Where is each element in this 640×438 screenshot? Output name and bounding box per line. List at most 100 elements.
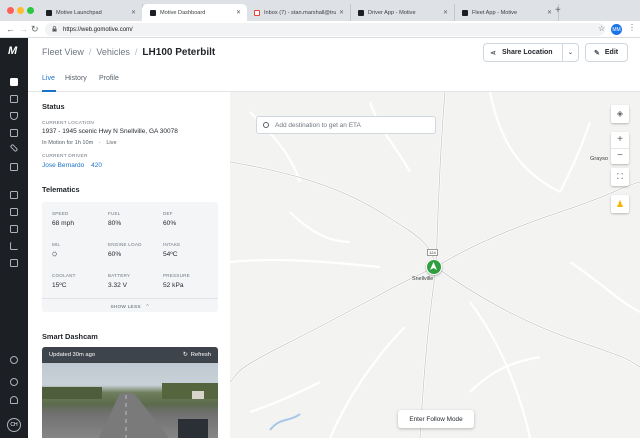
browser-tab-bar: Motive Launchpad ✕ Motive Dashboard ✕ In… — [0, 0, 640, 21]
url-input[interactable]: https://web.gomotive.com/ — [45, 23, 605, 36]
fullscreen-icon[interactable]: ⛶ — [611, 168, 629, 186]
map-town-label: Snellville — [412, 276, 434, 282]
live-map[interactable]: Add destination to get an ETA ◈ + − ⛶ ♟ … — [230, 92, 640, 438]
browser-tab[interactable]: Inbox (7) - stan.marshall@trucki ✕ — [246, 4, 351, 21]
url-text: https://web.gomotive.com/ — [63, 26, 133, 33]
tab-close-icon[interactable]: ✕ — [443, 9, 448, 16]
back-arrow-icon[interactable]: ← — [6, 24, 15, 34]
driver-link[interactable]: Jose Bernardo 420 — [42, 162, 102, 169]
breadcrumb-separator: / — [134, 47, 138, 57]
dispatch-icon[interactable] — [10, 208, 18, 216]
breadcrumb-vehicles[interactable]: Vehicles — [96, 47, 130, 57]
user-avatar[interactable]: CH — [7, 418, 21, 432]
telematics-fuel: FUEL 80% — [108, 211, 164, 227]
tab-close-icon[interactable]: ✕ — [547, 9, 552, 16]
show-less-label: SHOW LESS — [110, 305, 141, 310]
window-close-dot[interactable] — [7, 7, 14, 14]
browser-tab[interactable]: Fleet App - Motive ✕ — [454, 4, 559, 21]
map-layers-icon[interactable]: ◈ — [611, 105, 629, 123]
pencil-icon: ✎ — [594, 49, 600, 57]
refresh-icon: ↻ — [182, 352, 188, 358]
share-icon: ⋖ — [490, 49, 496, 57]
profile-avatar[interactable]: MM — [611, 24, 622, 35]
zoom-in-icon[interactable]: + — [611, 132, 629, 148]
motive-logo[interactable]: M — [8, 45, 17, 57]
tab-live[interactable]: Live — [42, 75, 55, 82]
marketplace-icon[interactable] — [10, 259, 18, 267]
tab-profile[interactable]: Profile — [99, 75, 119, 82]
status-heading: Status — [42, 102, 65, 111]
browser-tab-active[interactable]: Motive Dashboard ✕ — [142, 4, 247, 21]
motive-icon — [462, 9, 468, 16]
add-user-icon[interactable] — [10, 356, 18, 364]
metric-label: INTAKE — [163, 242, 181, 247]
notifications-bell-icon[interactable] — [10, 396, 18, 404]
telematics-intake: INTAKE 54ºC — [163, 242, 219, 258]
telematics-engine-load: ENGINE LOAD 60% — [108, 242, 164, 258]
current-driver-caption: CURRENT DRIVER — [42, 154, 88, 159]
metric-value: 3.32 V — [108, 282, 128, 289]
forward-arrow-icon[interactable]: → — [19, 24, 28, 34]
eta-destination-input[interactable]: Add destination to get an ETA — [256, 116, 436, 134]
dashcam-refresh-button[interactable]: ↻ Refresh — [183, 352, 211, 358]
driver-name: Jose Bernardo — [42, 162, 85, 169]
tab-close-icon[interactable]: ✕ — [339, 9, 344, 16]
separator-dot: · — [98, 140, 101, 146]
current-location-value: 1937 - 1945 scenic Hwy N Snellville, GA … — [42, 128, 178, 135]
page-title: LH100 Peterbilt — [142, 47, 216, 58]
street-view-pegman-icon[interactable]: ♟ — [611, 195, 629, 213]
metric-label: PRESSURE — [163, 273, 190, 278]
browser-tab[interactable]: Driver App - Motive ✕ — [350, 4, 455, 21]
follow-mode-label: Enter Follow Mode — [409, 415, 463, 423]
motion-status: In Motion for 1h 10m · Live — [42, 140, 117, 146]
tab-label: Motive Dashboard — [160, 9, 206, 16]
reload-icon[interactable]: ↻ — [31, 24, 39, 35]
maintenance-wrench-icon[interactable] — [9, 143, 19, 153]
app-sidebar: M CH — [0, 38, 28, 438]
breadcrumb-separator: / — [88, 47, 92, 57]
show-less-toggle[interactable]: SHOW LESS ⌃ — [42, 298, 218, 312]
fuel-icon[interactable] — [10, 129, 18, 137]
zoom-out-icon[interactable]: − — [611, 148, 629, 164]
help-icon[interactable] — [10, 378, 18, 386]
chevron-down-icon[interactable]: ⌄ — [562, 44, 578, 61]
new-tab-icon[interactable]: + — [555, 5, 561, 16]
dashcam-feed[interactable]: Updated 30m ago ↻ Refresh — [42, 347, 218, 438]
breadcrumb: Fleet View / Vehicles / LH100 Peterbilt — [42, 47, 215, 58]
tab-label: Inbox (7) - stan.marshall@trucki — [264, 9, 336, 16]
tab-close-icon[interactable]: ✕ — [236, 9, 241, 16]
safety-shield-icon[interactable] — [10, 112, 18, 120]
zoom-control: + − — [611, 132, 629, 164]
documents-icon[interactable] — [10, 95, 18, 103]
bookmark-star-icon[interactable]: ☆ — [598, 24, 605, 33]
metric-value: 60% — [163, 220, 177, 227]
share-location-label: Share Location — [502, 49, 553, 56]
fleet-view-icon[interactable] — [10, 78, 18, 86]
telematics-pressure: PRESSURE 52 kPa — [163, 273, 219, 289]
vehicles-icon[interactable] — [10, 163, 18, 171]
tab-history[interactable]: History — [65, 75, 87, 82]
reports-icon[interactable] — [10, 191, 18, 199]
window-minimize-dot[interactable] — [17, 7, 24, 14]
vehicle-tabs: Live History Profile — [28, 68, 230, 92]
browser-menu-icon[interactable]: ⋮ — [628, 23, 636, 32]
vehicle-location-marker[interactable] — [426, 259, 442, 275]
window-zoom-dot[interactable] — [27, 7, 34, 14]
motive-icon — [150, 9, 156, 16]
breadcrumb-fleet-view[interactable]: Fleet View — [42, 47, 84, 57]
motive-icon — [46, 9, 52, 16]
telematics-heading: Telematics — [42, 185, 80, 194]
enter-follow-mode-button[interactable]: Enter Follow Mode — [398, 410, 474, 428]
tab-close-icon[interactable]: ✕ — [131, 9, 136, 16]
edit-label: Edit — [604, 49, 619, 56]
share-location-button[interactable]: ⋖ Share Location ⌄ — [483, 43, 579, 62]
compliance-icon[interactable] — [10, 225, 18, 233]
edit-button[interactable]: ✎ Edit — [585, 43, 628, 62]
lock-icon — [52, 26, 57, 32]
route-shield: 124 — [427, 249, 438, 256]
metric-label: BATTERY — [108, 273, 131, 278]
browser-tab[interactable]: Motive Launchpad ✕ — [38, 4, 143, 21]
analytics-icon[interactable] — [10, 242, 18, 250]
telematics-mil: MIL ⛭ — [52, 242, 108, 259]
metric-label: FUEL — [108, 211, 121, 216]
